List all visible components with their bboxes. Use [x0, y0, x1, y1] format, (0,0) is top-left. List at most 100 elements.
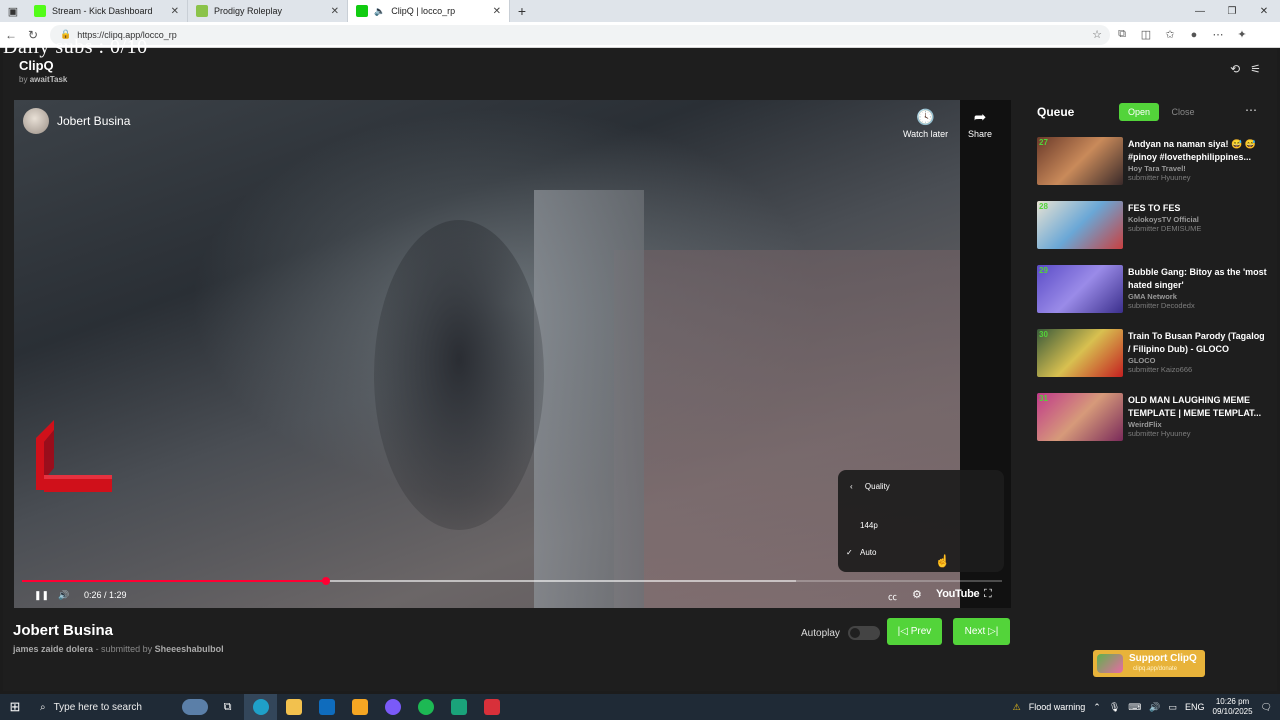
notification-icon[interactable]: 🗨 [1261, 702, 1272, 713]
volume-icon[interactable]: 🔊 [58, 590, 69, 601]
queue-item[interactable]: 29 Bubble Gang: Bitoy as the 'most hated… [1037, 265, 1269, 315]
support-sublabel: clipq.app/donate [1133, 666, 1178, 672]
history-icon[interactable]: ⟲ [1230, 62, 1240, 76]
discord-icon[interactable] [376, 694, 409, 720]
split-screen-icon[interactable]: ◫ [1134, 28, 1158, 41]
quality-option-144p[interactable]: 144p [860, 521, 878, 530]
queue-item-title: OLD MAN LAUGHING MEME TEMPLATE | MEME TE… [1128, 395, 1262, 418]
video-submitter: Sheeeshabulbol [154, 644, 224, 654]
file-explorer-icon[interactable] [277, 694, 310, 720]
captions-icon[interactable]: ㏄ [888, 590, 897, 603]
channel-avatar[interactable] [23, 108, 49, 134]
gear-icon[interactable]: ⚙ [912, 588, 922, 601]
taskbar-clock[interactable]: 10:26 pm 09/10/2025 [1213, 697, 1253, 717]
prev-button[interactable]: |◁ Prev [887, 618, 942, 645]
next-button[interactable]: Next ▷| [953, 618, 1010, 645]
queue-title: Queue [1037, 105, 1075, 119]
settings-sliders-icon[interactable]: ⚟ [1250, 62, 1261, 76]
windows-start-icon[interactable]: ⊞ [0, 699, 30, 715]
pause-icon[interactable]: ❚❚ [34, 590, 49, 601]
progress-bar[interactable] [22, 577, 1002, 585]
tab-actions-icon[interactable]: ▣ [0, 0, 26, 22]
youtube-logo[interactable]: YouTube [936, 588, 980, 600]
fullscreen-icon[interactable]: ⛶ [984, 588, 992, 601]
video-scene-pillar [534, 190, 644, 608]
speaker-tray-icon[interactable]: 🔊 [1149, 702, 1160, 713]
clock-time: 10:26 pm [1215, 697, 1250, 706]
player-channel-title[interactable]: Jobert Busina [57, 114, 130, 128]
more-menu-icon[interactable]: ⋯ [1206, 28, 1230, 41]
close-window-icon[interactable]: ✕ [1248, 6, 1280, 17]
quality-option-auto[interactable]: Auto [860, 548, 876, 557]
url-field[interactable]: 🔒 https://clipq.app/locco_rp ☆ [50, 24, 1110, 45]
tab-kick-dashboard[interactable]: Stream - Kick Dashboard ✕ [26, 0, 188, 22]
support-clipq-button[interactable]: Support ClipQ clipq.app/donate [1093, 650, 1205, 677]
capcut-icon[interactable] [475, 694, 508, 720]
search-highlight-badge [181, 699, 208, 715]
address-bar: ← ↻ 🔒 https://clipq.app/locco_rp ☆ ⧉ ◫ ✩… [0, 22, 1280, 48]
search-highlight-icon[interactable] [178, 694, 211, 720]
app-orange-icon[interactable] [343, 694, 376, 720]
progress-scrubber[interactable] [321, 577, 330, 585]
video-player[interactable]: Jobert Busina 🕓 Watch later ➦ Share ‹ Qu… [14, 100, 1011, 608]
outlook-icon[interactable] [310, 694, 343, 720]
tab-title: ClipQ | locco_rp [391, 6, 456, 16]
queue-item[interactable]: 28 FES TO FES KolokoysTV Official submit… [1037, 201, 1269, 251]
tab-clipq[interactable]: 🔈 ClipQ | locco_rp ✕ [348, 0, 510, 22]
extensions-icon[interactable]: ⧉ [1110, 28, 1134, 41]
minimize-icon[interactable]: — [1184, 6, 1216, 17]
tab-prodigy-roleplay[interactable]: Prodigy Roleplay ✕ [188, 0, 348, 22]
autoplay-toggle[interactable] [847, 626, 880, 640]
autoplay-label: Autoplay [801, 627, 840, 639]
queue-item-title: Train To Busan Parody (Tagalog / Filipin… [1128, 331, 1265, 354]
queue-item[interactable]: 30 Train To Busan Parody (Tagalog / Fili… [1037, 329, 1269, 379]
kick-favicon-icon [34, 5, 46, 17]
share-button[interactable]: ➦ Share [968, 108, 992, 139]
queue-item-submitter: submitter Hyuuney [1128, 173, 1191, 182]
tab-title: Prodigy Roleplay [214, 6, 283, 16]
discord-logo [384, 699, 401, 715]
close-tab-icon[interactable]: ✕ [493, 6, 501, 17]
watch-later-label: Watch later [903, 129, 949, 139]
queue-item-channel: GLOCO [1128, 356, 1156, 365]
streaming-app-icon[interactable] [442, 694, 475, 720]
speaker-icon[interactable]: 🔈 [374, 6, 385, 17]
microphone-icon[interactable]: 🎙 [1109, 702, 1120, 713]
weather-status[interactable]: Flood warning [1029, 702, 1086, 712]
network-icon[interactable]: ⌨ [1128, 702, 1141, 713]
new-tab-icon[interactable]: + [510, 3, 534, 19]
profile-avatar-icon[interactable]: ● [1182, 29, 1206, 41]
close-tab-icon[interactable]: ✕ [171, 6, 179, 17]
spotify-icon[interactable] [409, 694, 442, 720]
queue-number: 27 [1039, 138, 1048, 147]
watch-later-button[interactable]: 🕓 Watch later [903, 108, 948, 139]
copilot-icon[interactable]: ✦ [1230, 28, 1254, 41]
quality-menu-header[interactable]: ‹ Quality [850, 482, 890, 491]
toggle-knob [849, 628, 860, 638]
video-frame[interactable] [14, 100, 960, 608]
queue-item[interactable]: 31 OLD MAN LAUGHING MEME TEMPLATE | MEME… [1037, 393, 1269, 443]
maximize-icon[interactable]: ❐ [1216, 6, 1248, 17]
system-tray: ⚠ Flood warning ⌃ 🎙 ⌨ 🔊 ▭ ENG 10:26 pm 0… [1013, 697, 1280, 717]
chevron-left-icon[interactable]: ‹ [850, 482, 853, 491]
player-controls: ❚❚ 🔊 0:26 / 1:29 ㏄ ⚙ YouTube ⛶ [14, 586, 1011, 608]
queue-item-submitter: submitter Decodedx [1128, 301, 1195, 310]
queue-close-button[interactable]: Close [1166, 103, 1200, 121]
favorites-icon[interactable]: ✩ [1158, 28, 1182, 41]
favorite-star-icon[interactable]: ☆ [1092, 28, 1102, 41]
clock-icon: 🕓 [916, 109, 935, 126]
queue-item[interactable]: 27 Andyan na naman siya! 😅 😅 #pinoy #lov… [1037, 137, 1269, 187]
edge-browser-icon[interactable] [244, 694, 277, 720]
taskbar-search[interactable]: ⌕ Type here to search [30, 694, 170, 720]
time-display: 0:26 / 1:29 [84, 590, 127, 600]
queue-more-icon[interactable]: ⋯ [1245, 103, 1257, 117]
chevron-up-icon[interactable]: ⌃ [1093, 702, 1101, 713]
app-brand: ClipQ [19, 58, 54, 73]
queue-open-button[interactable]: Open [1119, 103, 1159, 121]
language-indicator[interactable]: ENG [1185, 702, 1205, 712]
close-tab-icon[interactable]: ✕ [331, 6, 339, 17]
task-view-icon[interactable]: ⧉ [211, 694, 244, 720]
battery-icon[interactable]: ▭ [1168, 702, 1177, 713]
queue-item-info: Bubble Gang: Bitoy as the 'most hated si… [1128, 266, 1268, 310]
window-controls: — ❐ ✕ [1184, 6, 1280, 17]
